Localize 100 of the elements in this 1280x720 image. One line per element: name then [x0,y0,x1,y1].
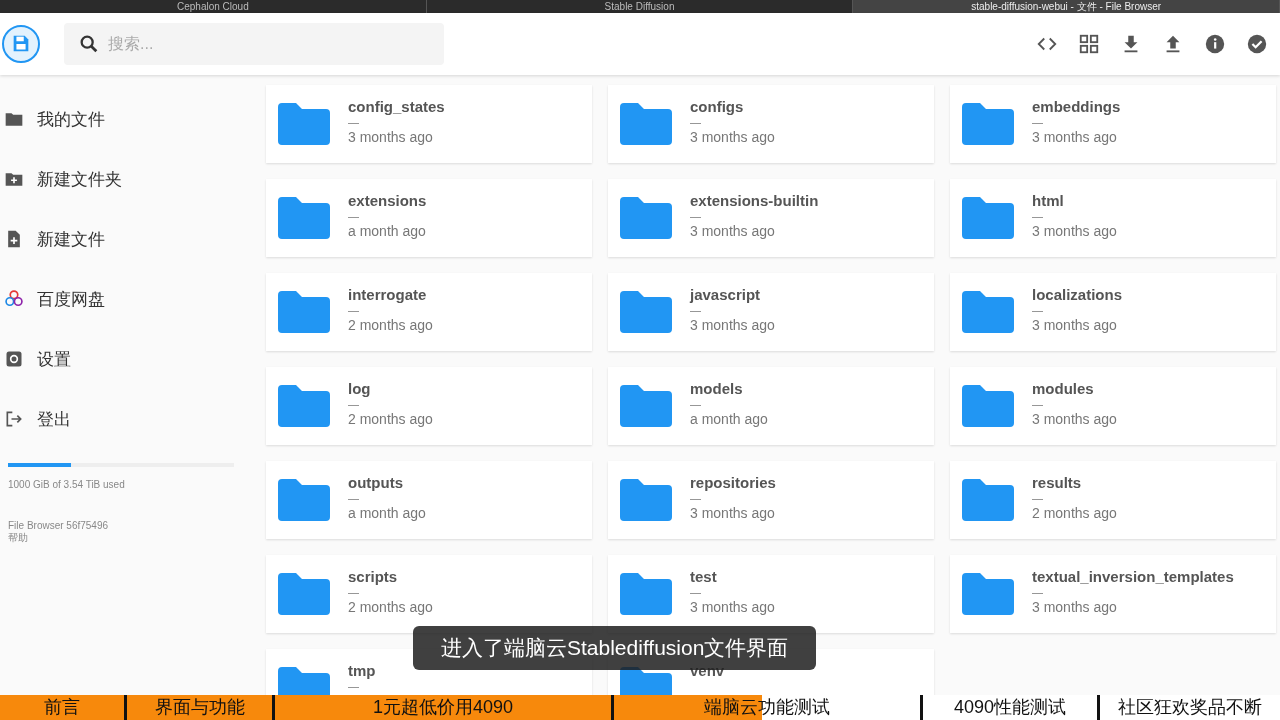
folder-card[interactable]: extensions — a month ago [266,179,592,257]
storage-text: 1000 GiB of 3.54 TiB used [8,479,126,490]
folder-name: models [690,380,744,397]
chapter-label[interactable]: 界面与功能 [127,695,275,720]
folder-icon [620,291,672,333]
sidebar-item[interactable]: 新建文件夹 [0,149,250,209]
modified-time: 2 months ago [348,411,433,427]
folder-card[interactable]: javascript — 3 months ago [608,273,934,351]
modified-time: a month ago [348,505,426,521]
folder-size: — [348,115,360,129]
folder-name: test [690,568,718,585]
folder-size: — [690,303,702,317]
folder-name: log [348,380,372,397]
folder-card[interactable]: scripts — 2 months ago [266,555,592,633]
folder-size: — [690,397,702,411]
folder-card[interactable]: repositories — 3 months ago [608,461,934,539]
modified-time: 3 months ago [690,505,776,521]
folder-icon [962,197,1014,239]
folder-icon [620,103,672,145]
modified-time: 3 months ago [1032,223,1117,239]
folder-name: config_states [348,98,445,115]
folder-size: — [690,209,702,223]
folder-name: javascript [690,286,762,303]
help-link[interactable]: 帮助 [8,531,250,545]
folder-card[interactable]: textual_inversion_templates — 3 months ago [950,555,1276,633]
version-text: File Browser 56f75496 [8,520,110,531]
folder-icon [962,103,1014,145]
search-field[interactable]: 搜索... [64,23,444,65]
folder-card[interactable]: extensions-builtin — 3 months ago [608,179,934,257]
info-icon [1204,33,1226,55]
folder-size: — [1032,209,1044,223]
folder-size: — [690,585,702,599]
folder-name: interrogate [348,286,428,303]
folder-icon [620,197,672,239]
logo-icon[interactable] [2,25,40,63]
folder-card[interactable]: modules — 3 months ago [950,367,1276,445]
sidebar-item[interactable]: 我的文件 [0,89,250,149]
folder-name: html [1032,192,1065,209]
folder-card[interactable]: config_states — 3 months ago [266,85,592,163]
folder-card[interactable]: html — 3 months ago [950,179,1276,257]
chapter-label[interactable]: 1元超低价用4090 [275,695,614,720]
folder-card[interactable]: embeddings — 3 months ago [950,85,1276,163]
folder-card[interactable]: interrogate — 2 months ago [266,273,592,351]
grid-view-icon [1078,33,1100,55]
folder-size: — [348,585,360,599]
folder-icon [962,479,1014,521]
folder-icon [278,479,330,521]
folder-name: outputs [348,474,404,491]
folder-size: — [348,209,360,223]
folder-size: — [1032,491,1044,505]
folder-icon [278,573,330,615]
folder-card[interactable]: test — 3 months ago [608,555,934,633]
modified-time: a month ago [690,411,768,427]
check-icon [1246,33,1268,55]
folder-card[interactable]: results — 2 months ago [950,461,1276,539]
folder-card[interactable]: localizations — 3 months ago [950,273,1276,351]
chapter-label[interactable]: 社区狂欢奖品不断 [1100,695,1280,720]
folder-card[interactable]: log — 2 months ago [266,367,592,445]
folder-size: — [348,397,360,411]
modified-time: 3 months ago [690,599,775,615]
folder-name: tmp [348,662,376,679]
folder-name: embeddings [1032,98,1121,115]
search-icon [78,33,100,55]
chapter-label[interactable]: 4090性能测试 [923,695,1100,720]
folder-name: configs [690,98,745,115]
folder-name: scripts [348,568,399,585]
modified-time: 2 months ago [348,317,433,333]
chapter-label[interactable]: 前言 [0,695,127,720]
folder-name: repositories [690,474,776,491]
folder-size: — [1032,397,1044,411]
folder-icon [962,573,1014,615]
sidebar-item[interactable]: 设置 [0,329,250,389]
folder-size: — [348,679,360,693]
sidebar-item[interactable]: 新建文件 [0,209,250,269]
folder-icon [620,385,672,427]
folder-size: — [690,491,702,505]
folder-icon [962,291,1014,333]
modified-time: 3 months ago [690,317,775,333]
modified-time: 3 months ago [348,129,434,145]
folder-card[interactable]: outputs — a month ago [266,461,592,539]
folder-size: — [690,115,702,129]
modified-time: 3 months ago [1032,411,1117,427]
cloud-icon [4,289,24,309]
folder-size: — [1032,303,1044,317]
folder-icon [278,197,330,239]
folder-card[interactable]: models — a month ago [608,367,934,445]
sidebar-item[interactable]: 百度网盘 [0,269,250,329]
browser-tab[interactable]: stable-diffusion-webui - 文件 - File Browser [853,0,1280,13]
modified-time: 2 months ago [348,599,433,615]
sidebar-item[interactable]: 登出 [0,389,250,449]
modified-time: 2 months ago [1032,505,1117,521]
folder-name: extensions-builtin [690,192,819,209]
folder-size: — [348,491,360,505]
folder-card[interactable]: configs — 3 months ago [608,85,934,163]
modified-time: 3 months ago [690,223,776,239]
folder-name: textual_inversion_templates [1032,568,1234,585]
folder-icon [962,385,1014,427]
logout-icon [4,409,24,429]
folder-name: localizations [1032,286,1123,303]
folder-icon [278,103,330,145]
